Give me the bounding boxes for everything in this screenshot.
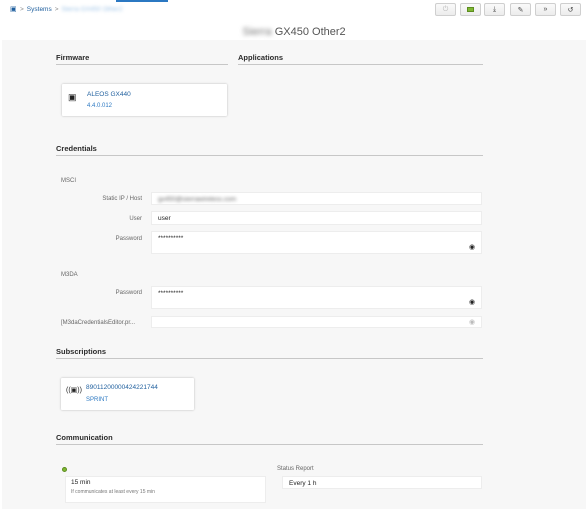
applications-divider	[238, 64, 483, 65]
static-ip-value: gx450@sierrawireless.com	[158, 196, 237, 203]
communication-interval-value: 15 min	[71, 479, 91, 486]
user-label: User	[129, 216, 142, 222]
breadcrumb-current[interactable]: Sierra GX450 Other2	[62, 6, 123, 13]
communication-interval-hint: If communicates at least every 15 min	[71, 489, 155, 495]
communication-heading: Communication	[56, 433, 113, 442]
firmware-divider	[56, 64, 228, 65]
chip-button[interactable]	[460, 3, 481, 16]
breadcrumb-separator: >	[54, 6, 59, 13]
m3da-editor-label: [M3daCredentialsEditor.pr...	[61, 320, 136, 326]
show-m3da-password-icon[interactable]: ◉	[469, 299, 475, 306]
active-tab-indicator	[116, 0, 168, 2]
communication-status-icon	[62, 467, 67, 472]
m3da-editor-eye-icon[interactable]: ◉	[469, 319, 475, 326]
firmware-chip-icon: ▣	[68, 92, 77, 102]
forward-icon: »	[543, 6, 548, 13]
status-report-label: Status Report	[277, 466, 314, 472]
static-ip-label: Static IP / Host	[102, 196, 142, 202]
download-icon: ⤓	[492, 5, 497, 13]
subscriptions-heading: Subscriptions	[56, 347, 107, 356]
applications-heading: Applications	[238, 53, 284, 62]
refresh-icon: ↺	[567, 6, 574, 14]
static-ip-field[interactable]: gx450@sierrawireless.com	[151, 192, 482, 205]
subscription-operator: SPRINT	[86, 397, 109, 403]
power-icon: ⏻	[442, 5, 449, 13]
breadcrumb: ▣ > Systems > Sierra GX450 Other2	[10, 6, 123, 13]
m3da-label: M3DA	[61, 272, 78, 278]
firmware-heading: Firmware	[56, 53, 90, 62]
home-icon[interactable]: ▣	[10, 6, 17, 13]
communication-interval-field[interactable]: 15 min If communicates at least every 15…	[65, 476, 266, 503]
credentials-divider	[56, 155, 483, 156]
edit-button[interactable]: ✎	[510, 3, 531, 16]
subscriptions-divider	[56, 358, 483, 359]
refresh-button[interactable]: ↺	[560, 3, 581, 16]
m3da-editor-field[interactable]	[151, 316, 482, 328]
m3da-password-label: Password	[115, 290, 142, 296]
firmware-card[interactable]: ▣ ALEOS GX440 4.4.0.012	[62, 84, 227, 116]
breadcrumb-systems[interactable]: Systems	[27, 6, 52, 13]
subscription-card[interactable]: ((▣)) 89011200000424221744 SPRINT	[61, 378, 194, 410]
page-title: Sierra GX450 Other2	[0, 26, 588, 38]
m3da-password-field[interactable]: **********	[151, 286, 482, 309]
download-button[interactable]: ⤓	[484, 3, 505, 16]
show-password-icon[interactable]: ◉	[469, 244, 475, 251]
page-title-text: GX450 Other2	[274, 26, 346, 38]
firmware-name[interactable]: ALEOS GX440	[87, 91, 131, 98]
pencil-icon: ✎	[517, 6, 524, 14]
sim-signal-icon: ((▣))	[66, 387, 82, 394]
forward-button[interactable]: »	[535, 3, 556, 16]
breadcrumb-separator: >	[20, 6, 24, 13]
chip-icon	[467, 7, 474, 12]
communication-divider	[56, 444, 483, 445]
firmware-version: 4.4.0.012	[87, 103, 113, 109]
subscription-iccid[interactable]: 89011200000424221744	[86, 384, 158, 391]
status-report-field[interactable]: Every 1 h	[282, 476, 482, 489]
credentials-heading: Credentials	[56, 144, 97, 153]
power-button[interactable]: ⏻	[435, 3, 456, 16]
page-title-prefix: Sierra	[242, 26, 272, 38]
msci-label: MSCI	[61, 178, 76, 184]
password-field[interactable]: **********	[151, 231, 482, 254]
password-label: Password	[115, 236, 142, 242]
user-field[interactable]: user	[151, 211, 482, 225]
top-bar: ▣ > Systems > Sierra GX450 Other2 ⏻ ⤓ ✎ …	[0, 0, 588, 22]
